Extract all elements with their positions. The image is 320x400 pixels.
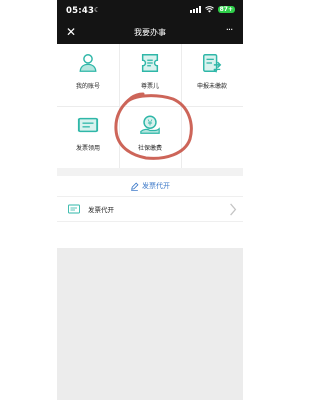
grid-item-ticket[interactable]: 尊票儿: [119, 44, 181, 106]
edit-icon: [131, 182, 139, 191]
grid-item-label: 我的账号: [75, 83, 100, 90]
grid-item-invoice-collect[interactable]: 发票领用: [57, 106, 119, 168]
service-grid: 我的账号 尊票儿 申报未缴款 发票领用 ¥ 社保缴费: [57, 44, 243, 168]
grid-item-label: 社保缴费: [137, 145, 162, 152]
grid-item-label: 尊票儿: [140, 83, 159, 90]
ticket-icon: [141, 54, 159, 72]
status-time: 05:43: [66, 6, 95, 16]
invoice-icon: [68, 204, 80, 214]
grid-item-declare-unpaid[interactable]: 申报未缴款: [181, 44, 243, 106]
phone-screen: 05:43 ☾ 87+ ✕ 我要办事 ··· 我的账号 尊票儿 申报未缴款 发票…: [57, 0, 243, 400]
signal-icon: [189, 6, 201, 13]
invoice-collect-icon: [77, 117, 99, 133]
declare-unpaid-icon: [203, 54, 222, 73]
social-security-payment-icon: ¥: [140, 115, 160, 134]
grid-divider: [181, 106, 182, 168]
list-item-label: 发票代开: [88, 206, 114, 214]
grid-item-label: 发票领用: [75, 145, 100, 152]
list-item[interactable]: 发票代开: [57, 196, 243, 222]
grid-item-label: 申报未缴款: [196, 83, 227, 90]
grid-item-my-account[interactable]: 我的账号: [57, 44, 119, 106]
section-title: 发票代开: [142, 182, 170, 190]
more-icon[interactable]: ···: [222, 25, 236, 39]
user-account-icon: [79, 54, 97, 72]
moon-icon: ☾: [94, 6, 101, 14]
battery-indicator: 87+: [217, 6, 235, 13]
section-gap: [57, 168, 243, 176]
grid-item-social-security[interactable]: ¥ 社保缴费: [119, 106, 181, 168]
chevron-right-icon: [230, 203, 237, 216]
top-bar: 05:43 ☾ 87+ ✕ 我要办事 ···: [57, 0, 243, 44]
empty-area: [57, 248, 243, 400]
page-title: 我要办事: [134, 28, 166, 37]
svg-text:¥: ¥: [147, 117, 152, 127]
wifi-icon: [204, 6, 214, 13]
section-header: 发票代开: [57, 176, 243, 196]
list-footer-space: [57, 222, 243, 248]
status-icons: 87+: [189, 6, 235, 13]
